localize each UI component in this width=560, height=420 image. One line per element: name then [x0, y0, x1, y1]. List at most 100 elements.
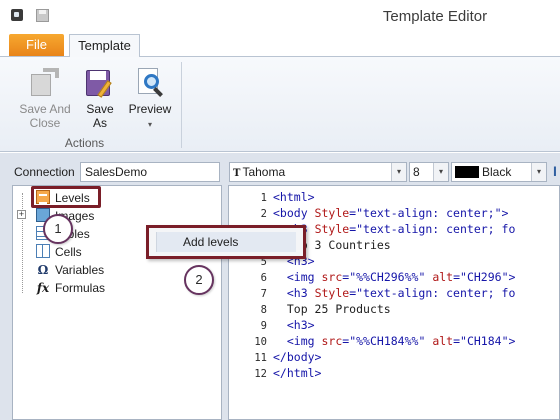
chevron-down-icon[interactable]: ▾ — [433, 163, 448, 181]
preview-dropdown-icon[interactable]: ▾ — [124, 118, 176, 132]
code-token: src — [321, 334, 343, 348]
code-token: > — [508, 270, 516, 284]
context-menu: Add levels — [146, 225, 306, 259]
code-token: alt — [432, 270, 454, 284]
code-token: "%%CH184%%" — [349, 334, 426, 348]
font-family-value: Tahoma — [242, 165, 286, 179]
ribbon-group-separator — [181, 62, 182, 148]
title-bar: Template Editor — [0, 0, 560, 32]
font-size-select[interactable]: 8 ▾ — [409, 162, 449, 182]
tree-connector-line — [22, 193, 23, 293]
code-token: "CH296" — [460, 270, 509, 284]
font-color-value: Black — [482, 165, 512, 179]
code-line[interactable]: 12 </html> — [229, 365, 560, 381]
window-title: Template Editor — [382, 8, 488, 25]
line-number: 6 — [260, 272, 267, 284]
menu-item-add-levels[interactable]: Add levels — [156, 232, 296, 252]
save-as-label-1: Save — [86, 102, 114, 116]
code-line[interactable]: 7 <h3 Style="text-align: center; fo — [229, 285, 560, 301]
color-swatch — [455, 166, 479, 178]
tree-item-formulas[interactable]: fx Formulas — [36, 279, 105, 297]
code-token: "text-align: center; fo — [356, 286, 516, 300]
tree-item-label: Variables — [55, 263, 105, 277]
code-token: "CH184" — [460, 334, 509, 348]
code-token: Style — [314, 286, 350, 300]
fx-icon: fx — [36, 281, 50, 295]
connection-field[interactable]: SalesDemo — [80, 162, 220, 182]
code-text: </html> — [273, 366, 321, 380]
chevron-down-icon[interactable]: ▾ — [531, 163, 546, 181]
code-token: "text-align: center;" — [356, 206, 502, 220]
code-text: <h3> — [273, 318, 315, 332]
code-line[interactable]: 1 <html> — [229, 189, 560, 205]
code-text: <html> — [273, 190, 315, 204]
preview-icon — [134, 66, 166, 98]
code-text: <h3 Style="text-align: center; fo — [273, 222, 516, 236]
chevron-down-icon[interactable]: ▾ — [391, 163, 406, 181]
tab-file[interactable]: File — [9, 34, 64, 56]
code-token: > — [501, 206, 509, 220]
line-number: 10 — [254, 336, 267, 348]
connection-label: Connection — [14, 165, 75, 179]
tab-template[interactable]: Template — [69, 34, 140, 57]
code-token: > — [508, 334, 516, 348]
line-number: 12 — [254, 368, 267, 380]
code-text: Top 25 Products — [273, 302, 391, 316]
code-token: = — [453, 334, 461, 348]
code-token: Style — [314, 222, 350, 236]
code-line[interactable]: 8 Top 25 Products — [229, 301, 560, 317]
save-and-close-label-1: Save And — [19, 102, 71, 116]
code-line[interactable]: 10 <img src="%%CH184%%" alt="CH184"> — [229, 333, 560, 349]
omega-icon: Ω — [37, 263, 49, 277]
code-text: <h3 Style="text-align: center; fo — [273, 286, 516, 300]
code-token: </html> — [273, 366, 322, 380]
code-line[interactable]: 2 <body Style="text-align: center;"> — [229, 205, 560, 221]
code-token: </body> — [273, 350, 322, 364]
line-number: 9 — [260, 320, 267, 332]
code-token: "text-align: center; fo — [356, 222, 516, 236]
cells-icon — [36, 244, 50, 258]
code-text: <img src="%%CH296%%" alt="CH296"> — [273, 270, 516, 284]
save-and-close-icon — [29, 66, 61, 98]
font-color-select[interactable]: Black ▾ — [451, 162, 547, 182]
code-token: "%%CH296%%" — [349, 270, 426, 284]
line-number: 11 — [254, 352, 267, 364]
code-token: = — [453, 270, 461, 284]
callout-step-1: 1 — [43, 214, 73, 244]
save-as-label-2: As — [92, 116, 107, 130]
expand-images-icon[interactable]: + — [17, 210, 26, 219]
code-token: <html> — [273, 190, 315, 204]
line-number: 7 — [260, 288, 267, 300]
code-token: <img — [286, 334, 322, 348]
callout-step-2: 2 — [184, 265, 214, 295]
code-token: <body — [273, 206, 315, 220]
code-line[interactable]: 9 <h3> — [229, 317, 560, 333]
code-token: Top 25 Products — [286, 302, 391, 316]
italic-icon[interactable]: I — [553, 163, 560, 181]
line-number: 8 — [260, 304, 267, 316]
font-size-value: 8 — [413, 165, 420, 179]
line-number: 2 — [260, 208, 267, 220]
levels-highlight-box — [31, 186, 101, 208]
tree-item-label: Cells — [55, 245, 82, 259]
code-text: <body Style="text-align: center;"> — [273, 206, 508, 220]
tree-item-label: Formulas — [55, 281, 106, 295]
save-and-close-label-2: Close — [29, 116, 61, 130]
font-family-select[interactable]: T Tahoma ▾ — [229, 162, 407, 182]
preview-label: Preview — [128, 102, 172, 116]
preview-button[interactable]: Preview ▾ — [124, 66, 176, 132]
font-type-icon: T — [233, 168, 241, 179]
code-token: Style — [314, 206, 350, 220]
code-token: <h3 — [286, 286, 315, 300]
code-text: </body> — [273, 350, 321, 364]
tree-item-variables[interactable]: Ω Variables — [36, 261, 104, 279]
save-as-button[interactable]: Save As — [80, 66, 120, 130]
save-as-icon — [84, 66, 116, 98]
code-token: <img — [286, 270, 322, 284]
code-line[interactable]: 6 <img src="%%CH296%%" alt="CH296"> — [229, 269, 560, 285]
save-and-close-button[interactable]: Save And Close — [14, 66, 76, 130]
tree-item-cells[interactable]: Cells — [36, 243, 82, 261]
code-line[interactable]: 11 </body> — [229, 349, 560, 365]
line-number: 1 — [260, 192, 267, 204]
code-text: <img src="%%CH184%%" alt="CH184"> — [273, 334, 516, 348]
